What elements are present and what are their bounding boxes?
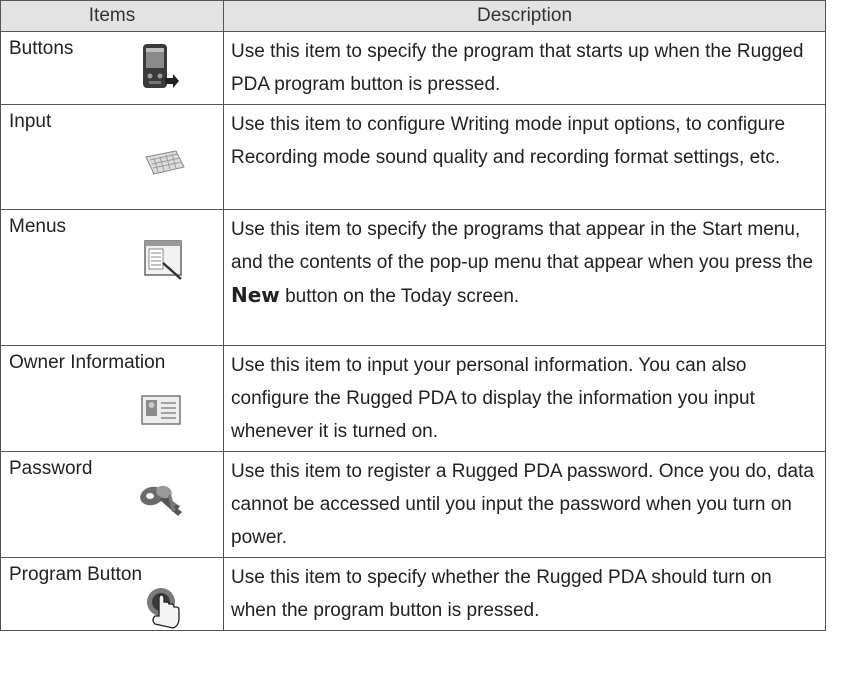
item-cell: Program Button (0, 557, 224, 631)
description-cell: Use this item to configure Writing mode … (223, 104, 826, 210)
item-label: Buttons (9, 38, 74, 59)
keyboard-icon (144, 147, 186, 183)
table-row: Menus Use this item to specify the progr… (0, 209, 826, 346)
description-cell: Use this item to specify the program tha… (223, 31, 826, 105)
table-row: Buttons Use this item to specify the pro… (0, 31, 826, 105)
description-cell: Use this item to register a Rugged PDA p… (223, 451, 826, 558)
table-header-row: Items Description (0, 0, 826, 32)
item-label: Menus (9, 216, 67, 237)
settings-items-table: Items Description Buttons Use this item … (0, 0, 826, 631)
item-cell: Owner Information (0, 345, 224, 452)
description-cell: Use this item to specify the programs th… (223, 209, 826, 346)
id-card-icon (139, 393, 183, 433)
items-column-header: Items (0, 0, 224, 32)
item-label: Program Button (9, 564, 143, 585)
description-text: button on the Today screen. (285, 286, 520, 307)
table-row: Owner Information Use this item to input… (0, 345, 826, 452)
menu-window-icon (141, 237, 187, 289)
item-cell: Menus (0, 209, 224, 346)
item-label: Password (9, 458, 93, 479)
item-cell: Password (0, 451, 224, 558)
description-cell: Use this item to input your personal inf… (223, 345, 826, 452)
item-cell: Buttons (0, 31, 224, 105)
item-label: Owner Information (9, 352, 166, 373)
keys-icon (136, 482, 186, 528)
description-cell: Use this item to specify whether the Rug… (223, 557, 826, 631)
table-row: Input Use this item to configure Writing… (0, 104, 826, 210)
pda-device-icon (139, 42, 181, 98)
table-row: Password Use this item to register a Rug… (0, 451, 826, 558)
description-text: Use this item to specify the programs th… (231, 219, 814, 273)
item-cell: Input (0, 104, 224, 210)
hand-press-button-icon (143, 586, 185, 636)
table-row: Program Button Use this item to specify … (0, 557, 826, 631)
new-button-label: New (231, 283, 280, 307)
description-column-header: Description (223, 0, 826, 32)
item-label: Input (9, 111, 52, 132)
